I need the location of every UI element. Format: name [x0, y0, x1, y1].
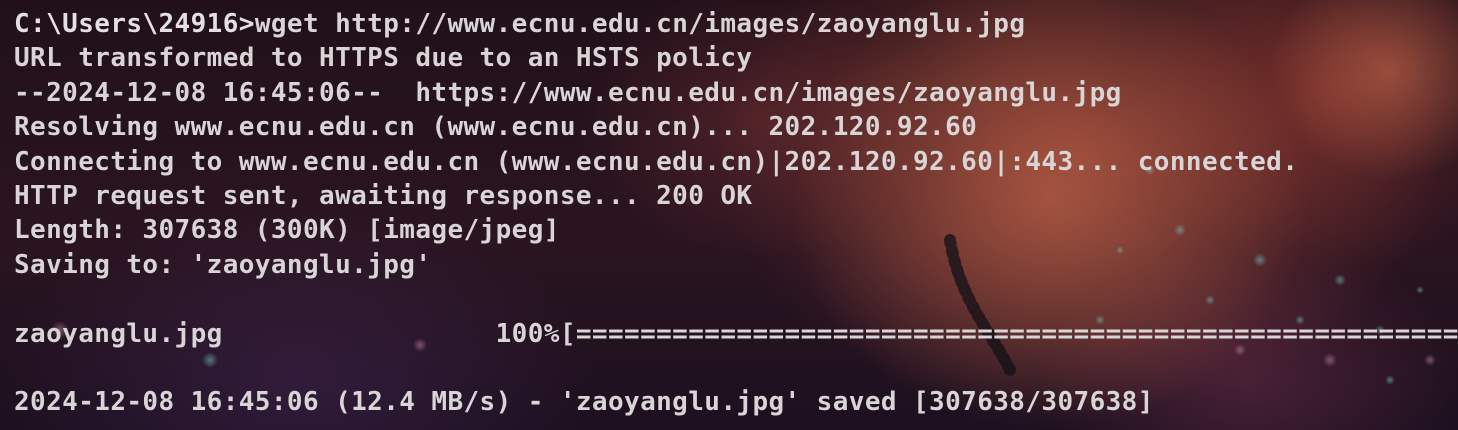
output-line-saving-to: Saving to: 'zaoyanglu.jpg': [14, 249, 432, 280]
output-line-timestamp-url: --2024-12-08 16:45:06-- https://www.ecnu…: [14, 77, 1122, 108]
output-line-blank: [14, 351, 1458, 385]
command-line[interactable]: C:\Users\24916>wget http://www.ecnu.edu.…: [14, 7, 1458, 41]
output-line-hsts: URL transformed to HTTPS due to an HSTS …: [14, 43, 753, 74]
shell-prompt: C:\Users\24916>: [14, 9, 255, 39]
output-line-saved-summary: 2024-12-08 16:45:06 (12.4 MB/s) - 'zaoya…: [14, 387, 1154, 418]
output-line-http-response: HTTP request sent, awaiting response... …: [14, 180, 753, 211]
terminal-output: C:\Users\24916>wget http://www.ecnu.edu.…: [14, 7, 1458, 420]
terminal-window[interactable]: C:\Users\24916>wget http://www.ecnu.edu.…: [0, 0, 1458, 430]
output-line-connecting: Connecting to www.ecnu.edu.cn (www.ecnu.…: [14, 146, 1299, 177]
command-text: wget http://www.ecnu.edu.cn/images/zaoya…: [254, 9, 1026, 39]
output-line-resolving: Resolving www.ecnu.edu.cn (www.ecnu.edu.…: [14, 112, 978, 143]
output-line-length: Length: 307638 (300K) [image/jpeg]: [14, 215, 560, 246]
output-line-progress-bar: zaoyanglu.jpg 100%[=====================…: [14, 318, 1458, 349]
output-line-blank: [14, 282, 1458, 316]
